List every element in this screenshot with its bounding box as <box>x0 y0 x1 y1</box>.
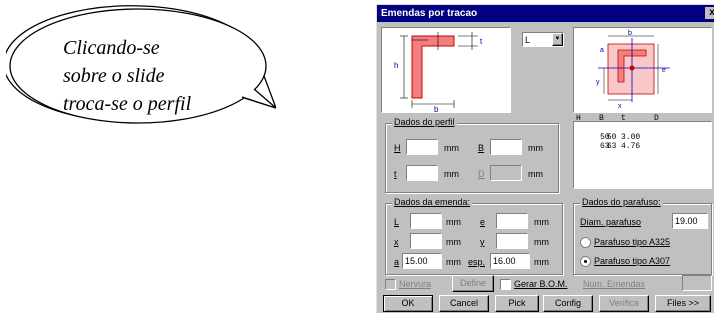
close-icon[interactable]: x <box>705 7 714 19</box>
t-field[interactable] <box>406 165 438 181</box>
chevron-down-icon[interactable]: ▼ <box>552 33 563 46</box>
verifica-button: Verifica <box>599 295 649 312</box>
e-unit: mm <box>534 217 549 227</box>
connection-preview: b a e x y <box>573 27 712 113</box>
d-field <box>490 165 522 181</box>
cell-t: 4.76 <box>621 142 641 151</box>
cancel-button[interactable]: Cancel <box>439 295 489 312</box>
dialog-title: Emendas por tracao <box>381 8 478 19</box>
angle-profile-diagram: h t b <box>394 32 483 114</box>
gerar-bom-checkbox[interactable] <box>500 279 511 290</box>
b-field[interactable] <box>490 139 522 155</box>
x-field[interactable] <box>410 233 442 249</box>
d-label: D <box>478 169 485 179</box>
l-field[interactable] <box>410 213 442 229</box>
callout-bubble: Clicando-se sobre o slide troca-se o per… <box>2 4 278 126</box>
dados-perfil-group: Dados do perfil H mm B mm t mm D mm <box>385 117 559 193</box>
b-label: B <box>478 143 485 153</box>
y-unit: mm <box>534 237 549 247</box>
h-unit: mm <box>444 143 459 153</box>
dados-parafuso-group: Dados do parafuso: Diam. parafuso 19.00 … <box>573 197 712 275</box>
nervura-label: Nervura <box>399 279 432 289</box>
ok-button[interactable]: OK <box>383 295 433 312</box>
esp-label: esp. <box>468 257 486 267</box>
list-item[interactable]: 50 50 3.00 <box>578 124 640 142</box>
dados-emenda-group: Dados da emenda: L mm e mm x mm y mm a 1… <box>385 197 563 275</box>
t-unit: mm <box>444 169 459 179</box>
profile-slide-preview[interactable]: h t b <box>381 27 511 114</box>
radio-a307[interactable] <box>580 256 591 267</box>
l-label: L <box>394 217 400 227</box>
dim-b-right-label: b <box>628 30 632 37</box>
nervura-checkbox <box>385 279 396 290</box>
dim-x-label: x <box>618 103 622 110</box>
diam-field[interactable]: 19.00 <box>672 213 708 229</box>
a-field[interactable]: 15.00 <box>402 253 442 269</box>
cell-b: 63 <box>600 142 610 151</box>
x-unit: mm <box>446 237 461 247</box>
dim-b-label: b <box>434 105 439 112</box>
list-item[interactable]: 63 63 4.76 <box>578 133 640 151</box>
radio-selected-dot <box>584 260 587 263</box>
a-label: a <box>394 257 400 267</box>
emendas-dialog: Emendas por tracao x h t b L ▼ b a e x y… <box>376 4 714 313</box>
files-button[interactable]: Files >> <box>655 295 711 312</box>
dialog-titlebar: Emendas por tracao x <box>377 5 714 22</box>
h-field[interactable] <box>406 139 438 155</box>
e-field[interactable] <box>496 213 528 229</box>
dados-parafuso-legend: Dados do parafuso: <box>580 197 663 207</box>
dim-a-label: a <box>600 47 604 54</box>
callout-line-2: sobre o slide <box>63 65 165 87</box>
profile-type-value: L <box>525 35 531 45</box>
radio-a325-label[interactable]: Parafuso tipo A325 <box>594 237 670 248</box>
profile-list[interactable]: 50 50 3.00 63 63 4.76 <box>573 121 712 189</box>
b-unit: mm <box>528 143 543 153</box>
dim-y-label: y <box>596 79 600 86</box>
esp-unit: mm <box>534 257 549 267</box>
dim-h-label: h <box>394 61 398 70</box>
pick-button[interactable]: Pick <box>495 295 539 312</box>
dados-emenda-legend: Dados da emenda: <box>392 197 473 207</box>
dados-perfil-legend: Dados do perfil <box>392 117 457 127</box>
radio-a307-label[interactable]: Parafuso tipo A307 <box>594 256 670 267</box>
num-emendas-field <box>682 275 712 291</box>
callout-text: Clicando-se sobre o slide troca-se o per… <box>63 34 191 118</box>
e-label: e <box>480 217 486 227</box>
define-button: Define <box>452 275 494 292</box>
esp-field[interactable]: 16.00 <box>490 253 530 269</box>
num-emendas-label: Num. Emendas <box>583 279 646 289</box>
diam-label: Diam. parafuso <box>580 217 642 227</box>
x-label: x <box>394 237 399 247</box>
cell-t: 3.00 <box>621 133 641 142</box>
splice-diagram: b a e x y <box>596 30 670 110</box>
callout-line-1: Clicando-se <box>63 37 160 59</box>
h-label: H <box>394 143 401 153</box>
gerar-bom-label[interactable]: Gerar B.O.M. <box>514 279 568 290</box>
radio-a325[interactable] <box>580 237 591 248</box>
l-unit: mm <box>446 217 461 227</box>
callout-line-3: troca-se o perfil <box>63 93 192 115</box>
t-label: t <box>394 169 397 179</box>
dim-t-label: t <box>480 37 483 46</box>
y-field[interactable] <box>496 233 528 249</box>
d-unit: mm <box>528 169 543 179</box>
config-button[interactable]: Config <box>543 295 593 312</box>
dim-e-label: e <box>662 67 666 74</box>
a-unit: mm <box>446 257 461 267</box>
y-label: y <box>480 237 485 247</box>
